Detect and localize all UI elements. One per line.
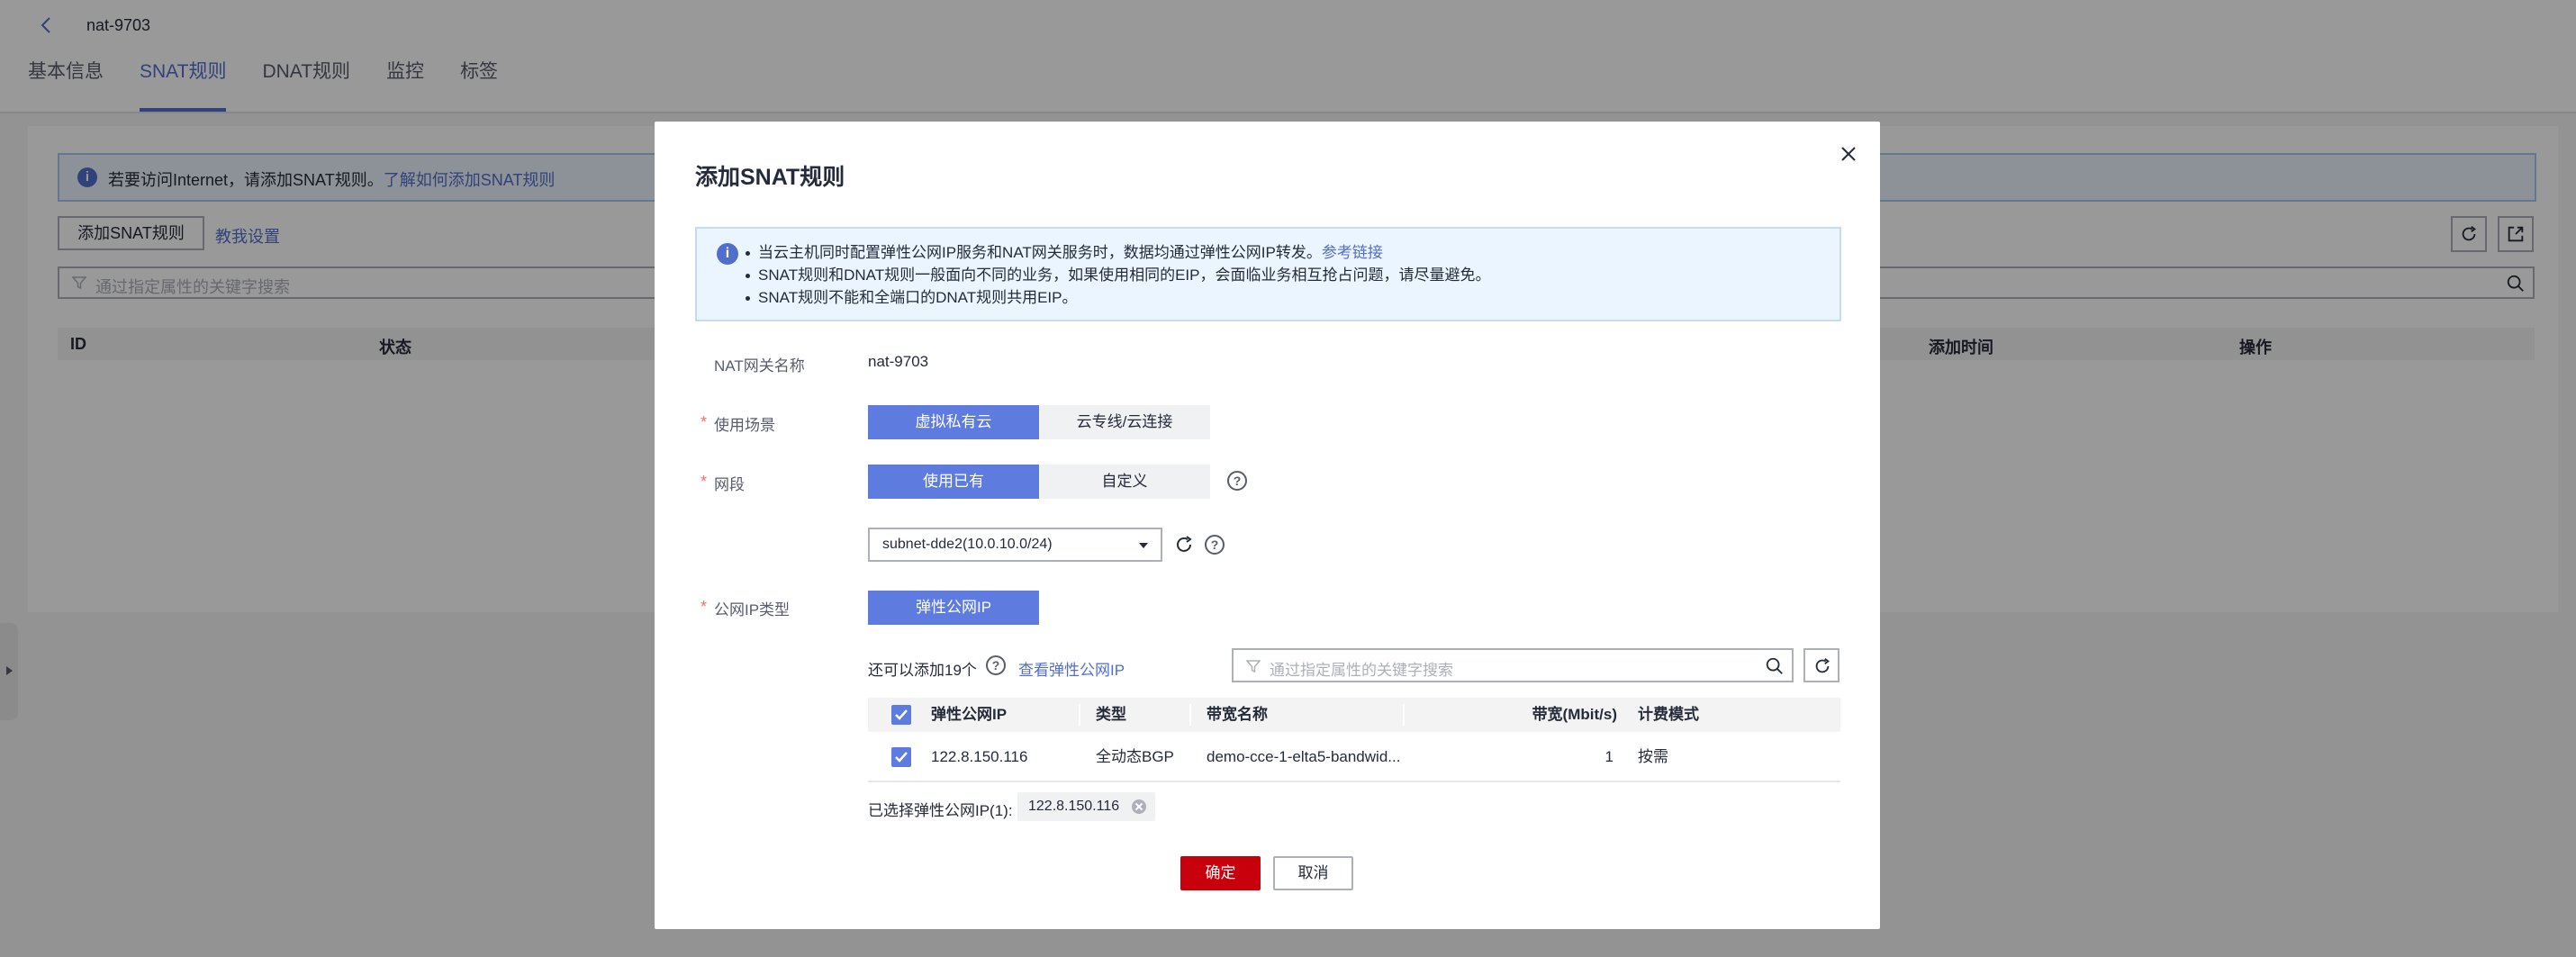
table-row[interactable]: 122.8.150.116 全动态BGP demo-cce-1-elta5-ba…	[868, 732, 1840, 782]
help-icon[interactable]: ?	[1205, 535, 1225, 555]
scenario-label: * 使用场景	[700, 413, 775, 434]
help-icon[interactable]: ?	[1227, 471, 1247, 491]
info-icon: i	[717, 243, 738, 265]
gateway-name-label: NAT网关名称	[714, 357, 805, 375]
required-mark: *	[700, 413, 708, 431]
bandwidth-name: demo-cce-1-elta5-bandwid...	[1207, 748, 1401, 765]
bandwidth-value: 1	[1604, 748, 1613, 765]
selected-eip-chip: 122.8.150.116	[1017, 792, 1156, 821]
remove-chip-icon[interactable]	[1132, 799, 1147, 814]
billing-mode: 按需	[1638, 748, 1668, 765]
notice-item: SNAT规则不能和全端口的DNAT规则共用EIP。	[746, 286, 1491, 309]
selected-eip-chip-text: 122.8.150.116	[1028, 799, 1120, 814]
gateway-name-value: nat-9703	[868, 353, 929, 370]
eip-remaining-count: 还可以添加19个	[868, 662, 977, 679]
required-mark: *	[700, 473, 708, 491]
close-icon[interactable]	[1838, 143, 1859, 165]
required-mark: *	[700, 598, 708, 616]
subnet-custom-option[interactable]: 自定义	[1039, 465, 1210, 499]
col-bandwidth-name: 带宽名称	[1207, 706, 1268, 723]
eip-table: 弹性公网IP 类型 带宽名称 带宽(Mbit/s) 计费模式 122.8.150…	[868, 698, 1840, 782]
view-eip-link[interactable]: 查看弹性公网IP	[1018, 657, 1125, 680]
chevron-down-icon	[1139, 543, 1148, 548]
scenario-segmented-control: 虚拟私有云 云专线/云连接	[868, 405, 1210, 439]
subnet-existing-option[interactable]: 使用已有	[868, 465, 1039, 499]
eip-table-header: 弹性公网IP 类型 带宽名称 带宽(Mbit/s) 计费模式	[868, 698, 1840, 732]
subnet-select[interactable]: subnet-dde2(10.0.10.0/24)	[868, 528, 1162, 562]
eip-refresh-button[interactable]	[1803, 648, 1839, 682]
select-all-checkbox[interactable]	[891, 705, 911, 725]
col-type: 类型	[1096, 706, 1126, 723]
subnet-segmented-control: 使用已有 自定义	[868, 465, 1210, 499]
notice-item: SNAT规则和DNAT规则一般面向不同的业务，如果使用相同的EIP，会面临业务相…	[746, 264, 1491, 286]
ip-type-label: * 公网IP类型	[700, 598, 791, 618]
dialog-title: 添加SNAT规则	[695, 165, 845, 190]
selected-eip-label: 已选择弹性公网IP(1):	[868, 802, 1013, 819]
eip-address: 122.8.150.116	[931, 748, 1028, 765]
ip-type-eip-option[interactable]: 弹性公网IP	[868, 591, 1039, 625]
refresh-icon[interactable]	[1173, 534, 1195, 555]
col-billing: 计费模式	[1638, 706, 1699, 723]
eip-search-input[interactable]: 通过指定属性的关键字搜索	[1232, 648, 1794, 682]
filter-icon	[1246, 660, 1261, 673]
eip-search-placeholder: 通过指定属性的关键字搜索	[1270, 662, 1453, 679]
scenario-vpc-option[interactable]: 虚拟私有云	[868, 405, 1039, 439]
subnet-label: * 网段	[700, 473, 745, 493]
add-snat-rule-dialog: 添加SNAT规则 i 当云主机同时配置弹性公网IP服务和NAT网关服务时，数据均…	[655, 122, 1880, 929]
confirm-button[interactable]: 确定	[1180, 856, 1261, 890]
cancel-button[interactable]: 取消	[1273, 856, 1353, 890]
subnet-select-value: subnet-dde2(10.0.10.0/24)	[882, 537, 1053, 552]
row-checkbox[interactable]	[891, 747, 911, 767]
eip-type: 全动态BGP	[1096, 748, 1174, 765]
search-icon[interactable]	[1765, 656, 1785, 676]
reference-link[interactable]: 参考链接	[1322, 244, 1383, 261]
notice-item: 当云主机同时配置弹性公网IP服务和NAT网关服务时，数据均通过弹性公网IP转发。…	[746, 241, 1491, 264]
col-eip: 弹性公网IP	[931, 706, 1008, 723]
help-icon[interactable]: ?	[986, 655, 1006, 675]
notice-box: i 当云主机同时配置弹性公网IP服务和NAT网关服务时，数据均通过弹性公网IP转…	[695, 227, 1841, 321]
ip-type-segmented-control: 弹性公网IP	[868, 591, 1039, 625]
scenario-dc-option[interactable]: 云专线/云连接	[1039, 405, 1210, 439]
refresh-icon	[1815, 658, 1830, 673]
col-bandwidth: 带宽(Mbit/s)	[1532, 706, 1617, 723]
